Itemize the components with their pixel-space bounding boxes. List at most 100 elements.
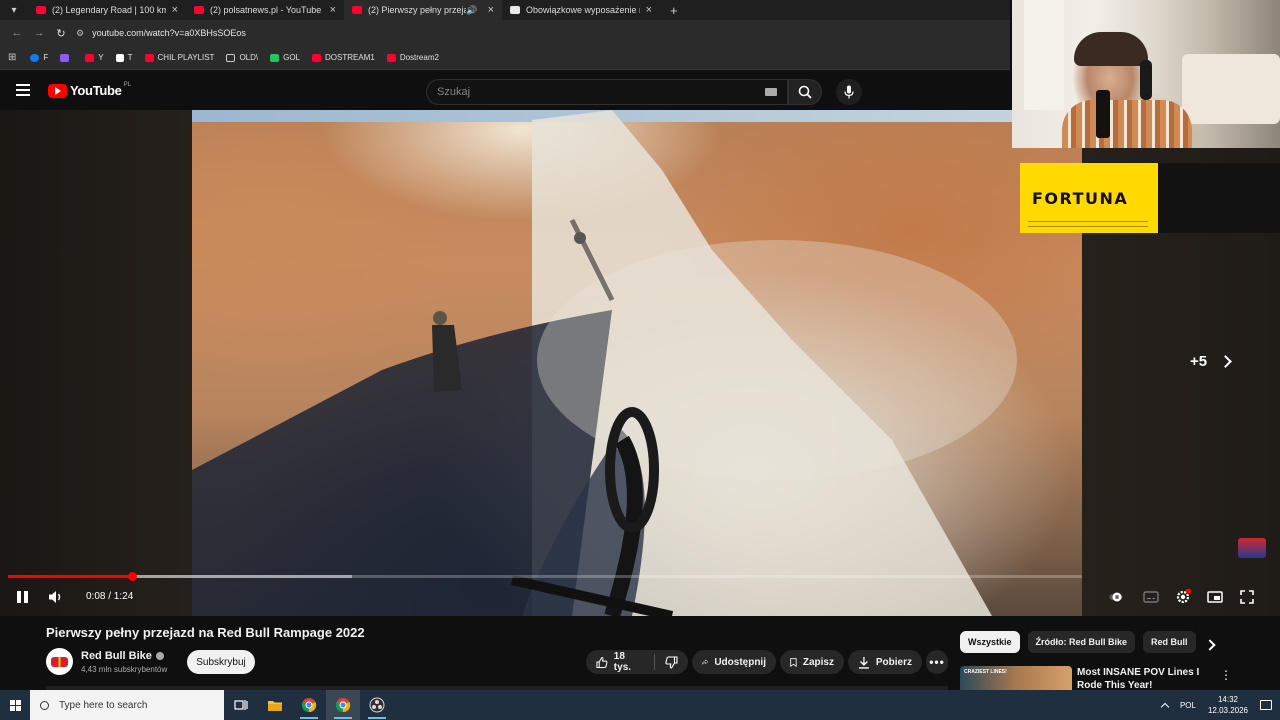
browser-tab-active[interactable]: (2) Pierwszy pełny przejazd 🔊 × [344,0,502,20]
subtitles-button[interactable] [1142,588,1160,606]
kebab-menu-icon[interactable]: ⋮ [1220,668,1232,682]
file-explorer-button[interactable] [258,690,292,720]
browser-tab[interactable]: Obowiązkowe wyposażenie ro × [502,0,660,20]
dislike-button[interactable] [665,655,678,669]
chrome-profile-button[interactable] [326,690,360,720]
chips-next-chevron-icon[interactable] [1204,639,1216,651]
more-videos-button[interactable]: +5 [1190,353,1232,370]
address-bar: ← → ↻ ⚙ youtube.com/watch?v=a0XBHsSOEos [0,20,1010,46]
new-tab-icon[interactable]: + [660,3,688,18]
share-button[interactable]: Udostępnij [692,650,776,674]
like-count: 18 tys. [613,651,632,673]
bookmark-twitch[interactable] [60,53,73,62]
browser-tab[interactable]: (2) polsatnews.pl - YouTube × [186,0,344,20]
close-tab-icon[interactable]: × [488,4,494,16]
bookmark-facebook[interactable]: F [30,53,48,62]
volume-button[interactable] [46,588,66,606]
channel-watermark-logo[interactable] [1238,538,1266,558]
clock-time: 14:32 [1217,695,1238,704]
bookmark-label: CHIL PLAYLIST [157,53,215,62]
microphone-icon [844,85,854,99]
autoplay-icon [1109,592,1123,602]
chrome-app-button[interactable] [292,690,326,720]
facebook-icon [30,53,40,62]
language-indicator[interactable]: POL [1180,701,1196,710]
search-input[interactable]: Szukaj [426,79,788,105]
chip-source-channel[interactable]: Źródło: Red Bull Bike [1027,631,1136,653]
tab-title: (2) polsatnews.pl - YouTube [210,5,322,15]
download-label: Pobierz [875,656,912,668]
bookmark-youtube[interactable]: Y [85,53,104,62]
webcam-background-sofa [1182,54,1280,124]
youtube-logo[interactable]: YouTube PL [48,82,131,98]
tab-title: (2) Legendary Road | 100 km/h [52,5,166,15]
clock[interactable]: 14:32 12.03.2026 [1208,694,1248,716]
start-button[interactable] [0,690,30,720]
pause-button[interactable] [14,588,30,606]
browser-tab-bar: ▾ (2) Legendary Road | 100 km/h × (2) po… [0,0,1010,20]
bookmark-folder-old[interactable]: OLD\ [226,53,258,62]
obs-app-button[interactable] [360,690,394,720]
video-title: Pierwszy pełny przejazd na Red Bull Ramp… [46,625,365,640]
apps-grid-icon[interactable]: ⊞ [8,52,16,63]
close-tab-icon[interactable]: × [646,4,652,16]
notifications-icon[interactable] [1260,700,1272,710]
like-divider [654,654,655,670]
voice-search-button[interactable] [836,79,862,105]
settings-button[interactable] [1174,588,1192,606]
reload-icon[interactable]: ↻ [50,27,72,40]
chevron-up-icon[interactable] [1160,702,1170,711]
menu-hamburger-icon[interactable] [16,84,30,96]
scrubber-handle[interactable] [127,572,137,581]
time-display: 0:08 / 1:24 [86,591,134,602]
speaker-icon[interactable]: 🔊 [466,5,477,16]
like-button[interactable]: 18 tys. [596,651,642,673]
channel-name-link[interactable]: Red Bull Bike [81,650,164,662]
subscribe-button[interactable]: Subskrybuj [187,650,255,674]
sponsor-fine-print [1028,221,1148,227]
site-info-icon[interactable]: ⚙ [76,28,84,39]
bookmark-dostream1[interactable]: DOSTREAM1 [312,53,375,62]
bookmark-x[interactable]: T [115,53,133,62]
save-button[interactable]: Zapisz [780,650,844,674]
back-arrow-icon[interactable]: ← [6,27,28,39]
bookmark-gol[interactable]: GOL [270,53,300,62]
autoplay-toggle[interactable] [1107,588,1125,606]
chip-red-bull[interactable]: Red Bull [1143,631,1196,653]
recommendation-thumbnail[interactable]: CRAZIEST LINES! [960,666,1072,692]
task-view-button[interactable] [224,690,258,720]
bookmark-chil-playlist[interactable]: CHIL PLAYLIST [144,53,215,62]
url-text: youtube.com/watch?v=a0XBHsSOEos [92,28,246,38]
close-tab-icon[interactable]: × [172,4,178,16]
bookmark-label: OLD\ [239,53,259,62]
taskbar-search-input[interactable]: Type here to search [30,690,224,720]
miniplayer-icon [1207,591,1223,603]
youtube-icon [85,53,95,62]
share-icon [702,659,709,665]
youtube-favicon-icon [36,6,46,14]
recommendation-title[interactable]: Most INSANE POV Lines I Rode This Year! [1077,666,1212,692]
miniplayer-button[interactable] [1206,588,1224,606]
bookmark-label: F [43,53,49,62]
keyboard-icon[interactable] [765,88,777,96]
progress-bar[interactable] [8,572,1082,581]
sponsor-logo-text: FORTUNA [1032,189,1129,208]
channel-avatar[interactable] [46,648,73,675]
search-button[interactable] [788,79,822,105]
browser-tab[interactable]: (2) Legendary Road | 100 km/h × [28,0,186,20]
tab-search-icon[interactable]: ▾ [0,0,28,20]
close-tab-icon[interactable]: × [330,4,336,16]
fullscreen-button[interactable] [1238,588,1256,606]
webcam-person-hair [1074,32,1148,66]
bookmark-dostream2[interactable]: Dostream2 [386,53,439,62]
download-button[interactable]: Pobierz [848,650,922,674]
sponsor-banner: FORTUNA [1020,163,1158,233]
gol-icon [270,53,280,62]
forward-arrow-icon[interactable]: → [28,27,50,39]
url-field[interactable]: ⚙ youtube.com/watch?v=a0XBHsSOEos [76,23,1004,43]
thumbnail-text: CRAZIEST LINES! [964,669,1007,675]
video-frame[interactable] [192,110,1082,616]
more-actions-button[interactable]: ••• [926,650,948,674]
chevron-right-icon [1219,355,1232,368]
chip-all[interactable]: Wszystkie [960,631,1020,653]
